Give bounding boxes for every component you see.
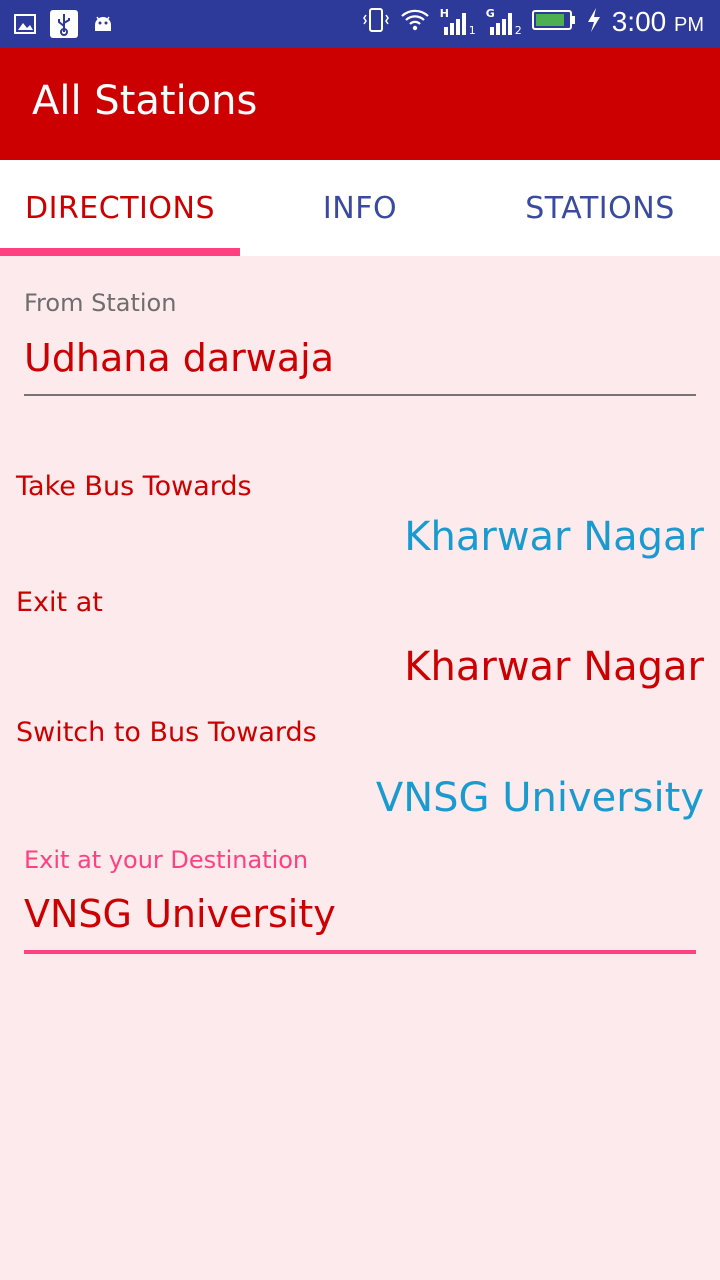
take-bus-label: Take Bus Towards (16, 471, 252, 502)
from-station-underline (24, 394, 696, 396)
battery-icon (531, 9, 576, 35)
exit-at-label: Exit at (16, 587, 103, 618)
clock: 3:00 PM (611, 6, 704, 37)
page-title: All Stations (32, 78, 258, 124)
destination-underline (24, 950, 696, 954)
exit-at-value: Kharwar Nagar (404, 644, 704, 690)
wifi-icon (400, 8, 430, 36)
usb-icon (50, 10, 78, 42)
take-bus-value: Kharwar Nagar (404, 514, 704, 560)
tab-indicator (0, 248, 240, 256)
app-bar: All Stations (0, 48, 720, 160)
android-debug-icon (92, 13, 114, 39)
from-station-field[interactable]: Udhana darwaja (24, 336, 334, 380)
tab-stations[interactable]: STATIONS (480, 160, 720, 256)
signal-sim2-icon: G 2 (485, 7, 522, 37)
tab-directions[interactable]: DIRECTIONS (0, 160, 240, 256)
vibrate-icon (362, 7, 390, 37)
tab-bar: DIRECTIONS INFO STATIONS (0, 160, 720, 256)
image-icon (14, 13, 36, 39)
status-bar-notifications (14, 10, 114, 42)
status-bar: H 1 G 2 3:00 PM (0, 0, 720, 48)
destination-label: Exit at your Destination (24, 846, 309, 874)
destination-field[interactable]: VNSG University (24, 892, 336, 936)
from-station-label: From Station (24, 289, 177, 317)
status-bar-system: H 1 G 2 3:00 PM (362, 6, 704, 38)
switch-bus-value: VNSG University (375, 775, 704, 821)
signal-sim1-icon: H 1 (439, 7, 476, 37)
charging-icon (586, 7, 602, 37)
switch-bus-label: Switch to Bus Towards (16, 717, 317, 748)
tab-info[interactable]: INFO (240, 160, 480, 256)
